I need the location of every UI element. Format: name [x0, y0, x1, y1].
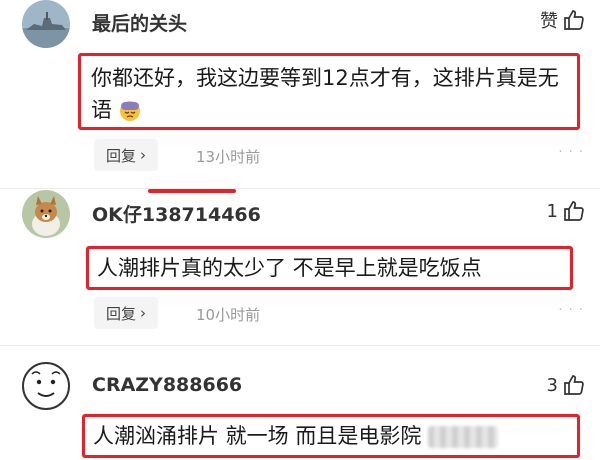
more-options-icon[interactable]: · · ·	[558, 303, 584, 318]
sleepy-face-emoji	[119, 101, 140, 121]
thumbs-up-icon	[564, 10, 584, 30]
thumbs-up-icon	[564, 201, 584, 221]
comment-text-box: 人潮排片真的太少了 不是早上就是吃饭点	[86, 246, 573, 290]
avatar[interactable]	[22, 362, 70, 410]
blurred-text	[428, 426, 499, 448]
avatar[interactable]	[22, 0, 70, 48]
reply-label: 回复	[106, 304, 137, 323]
like-button[interactable]: 1	[547, 199, 586, 223]
comment-text: 你都还好，我这边要等到12点才有，这排片真是无语	[91, 66, 559, 122]
reply-label: 回复	[106, 146, 137, 165]
chevron-right-icon: ›	[140, 304, 147, 322]
chevron-right-icon: ›	[140, 146, 147, 164]
username[interactable]: OK仔138714466	[92, 200, 261, 227]
comment-text-box: 人潮汹涌排片 就一场 而且是电影院	[82, 414, 580, 458]
comment-text: 人潮汹涌排片 就一场 而且是电影院	[93, 424, 422, 448]
avatar[interactable]	[22, 190, 70, 238]
more-options-icon[interactable]: · · ·	[558, 145, 584, 160]
username[interactable]: 最后的关头	[92, 9, 187, 36]
timestamp: 13小时前	[196, 148, 261, 166]
timestamp: 10小时前	[196, 306, 261, 324]
username[interactable]: CRAZY888666	[92, 374, 242, 396]
comment-text-box: 你都还好，我这边要等到12点才有，这排片真是无语	[78, 53, 580, 130]
reply-button[interactable]: 回复 ›	[94, 139, 159, 171]
comment-text: 人潮排片真的太少了 不是早上就是吃饭点	[97, 256, 482, 280]
like-button[interactable]: 3	[547, 373, 586, 397]
like-count: 赞	[540, 11, 558, 32]
thumbs-up-icon	[564, 375, 584, 395]
like-button[interactable]: 赞	[540, 7, 586, 33]
highlight-underline	[148, 189, 236, 193]
like-count: 3	[546, 374, 558, 396]
like-count: 1	[546, 200, 558, 222]
divider	[0, 188, 600, 189]
reply-button[interactable]: 回复 ›	[94, 297, 159, 329]
divider	[0, 345, 600, 346]
